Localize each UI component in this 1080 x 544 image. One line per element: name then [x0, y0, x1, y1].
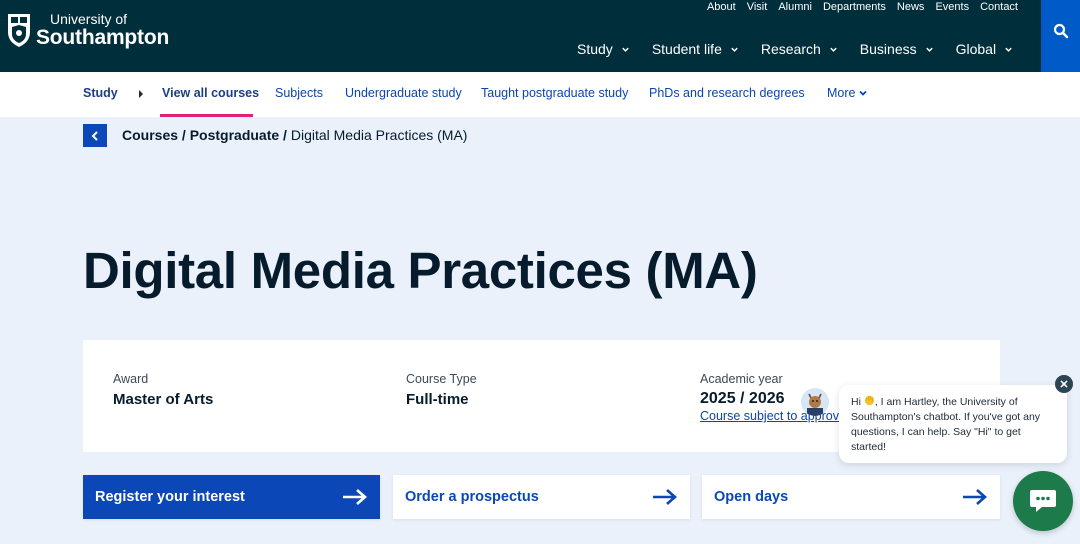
caret-right-icon	[139, 90, 143, 98]
university-logo[interactable]: University of Southampton	[6, 12, 169, 48]
subnav-phds-research-degrees[interactable]: PhDs and research degrees	[649, 86, 805, 100]
utility-link-news[interactable]: News	[897, 1, 925, 13]
main-nav-study[interactable]: Study	[577, 41, 630, 57]
award-value: Master of Arts	[113, 391, 214, 408]
main-nav-label: Study	[577, 41, 613, 57]
subnav-section-study[interactable]: Study	[83, 86, 118, 100]
main-nav-label: Business	[859, 41, 917, 57]
chat-message-rest: , I am Hartley, the University of Southa…	[851, 396, 1041, 453]
main-nav-student-life[interactable]: Student life	[652, 41, 739, 57]
utility-link-contact[interactable]: Contact	[980, 1, 1018, 13]
subnav-subjects[interactable]: Subjects	[275, 86, 323, 100]
chat-launcher-button[interactable]	[1013, 471, 1073, 531]
open-days-button[interactable]: Open days	[702, 475, 1000, 519]
logo-line-2: Southampton	[36, 26, 170, 49]
search-icon	[1053, 23, 1068, 39]
breadcrumb-postgraduate[interactable]: Postgraduate /	[190, 127, 287, 143]
utility-link-alumni[interactable]: Alumni	[778, 1, 812, 13]
breadcrumb-courses[interactable]: Courses /	[122, 127, 186, 143]
utility-nav: About Visit Alumni Departments News Even…	[707, 1, 1018, 13]
main-nav-global[interactable]: Global	[956, 41, 1013, 57]
waving-hand-icon	[864, 395, 874, 406]
chevron-down-icon	[925, 47, 933, 52]
main-nav-research[interactable]: Research	[761, 41, 838, 57]
arrow-right-icon	[343, 489, 367, 505]
utility-link-events[interactable]: Events	[935, 1, 969, 13]
course-type-value: Full-time	[406, 391, 469, 408]
course-type-label: Course Type	[406, 372, 477, 386]
page-title: Digital Media Practices (MA)	[83, 242, 758, 299]
main-nav: Study Student life Research Business Glo…	[577, 41, 1035, 57]
subnav-taught-postgraduate-study[interactable]: Taught postgraduate study	[481, 86, 628, 100]
subnav-view-all-courses[interactable]: View all courses	[162, 86, 259, 100]
search-button[interactable]	[1041, 0, 1080, 72]
chevron-down-icon	[830, 47, 837, 52]
logo-line-1: University of	[50, 11, 128, 27]
chevron-left-icon	[91, 130, 98, 141]
course-type-info: Course Type Full-time	[406, 372, 477, 408]
arrow-right-icon	[963, 489, 987, 505]
chat-message-start: Hi	[851, 396, 861, 408]
open-days-label: Open days	[714, 489, 789, 505]
crest-icon	[8, 14, 30, 47]
utility-link-departments[interactable]: Departments	[823, 1, 886, 13]
utility-link-about[interactable]: About	[707, 1, 736, 13]
chevron-down-icon	[731, 47, 738, 52]
main-nav-label: Student life	[651, 41, 722, 57]
chat-close-button[interactable]	[1055, 375, 1073, 393]
chevron-down-icon	[1005, 47, 1012, 52]
order-prospectus-button[interactable]: Order a prospectus	[393, 475, 690, 519]
chatbot-avatar[interactable]	[801, 388, 829, 416]
subnav-more-label: More	[827, 86, 856, 100]
register-interest-label: Register your interest	[95, 489, 245, 505]
award-info: Award Master of Arts	[113, 372, 213, 408]
main-nav-business[interactable]: Business	[860, 41, 934, 57]
breadcrumb: Courses / Postgraduate / Digital Media P…	[122, 127, 467, 143]
chat-bubble-icon	[1030, 490, 1056, 512]
award-label: Award	[113, 372, 149, 386]
breadcrumb-current: Digital Media Practices (MA)	[290, 127, 468, 143]
chevron-down-icon	[859, 90, 868, 96]
utility-link-visit[interactable]: Visit	[747, 1, 768, 13]
register-interest-button[interactable]: Register your interest	[83, 475, 380, 519]
order-prospectus-label: Order a prospectus	[405, 489, 539, 505]
main-nav-label: Research	[760, 41, 821, 57]
main-nav-label: Global	[955, 41, 997, 57]
chevron-down-icon	[622, 47, 629, 52]
subnav-undergraduate-study[interactable]: Undergraduate study	[345, 86, 462, 100]
arrow-right-icon	[653, 489, 677, 505]
back-button[interactable]	[83, 124, 107, 147]
academic-year-label: Academic year	[700, 372, 783, 386]
section-subnav: Study View all courses Subjects Undergra…	[0, 72, 1080, 117]
site-header: University of Southampton About Visit Al…	[0, 0, 1080, 72]
subnav-more[interactable]: More	[827, 86, 868, 100]
approval-note-link[interactable]: Course subject to approval	[700, 409, 849, 423]
active-tab-indicator	[160, 114, 253, 117]
close-icon	[1060, 380, 1068, 388]
chatbot-message: Hi , I am Hartley, the University of Sou…	[839, 385, 1067, 463]
stag-mascot-icon	[801, 388, 829, 416]
